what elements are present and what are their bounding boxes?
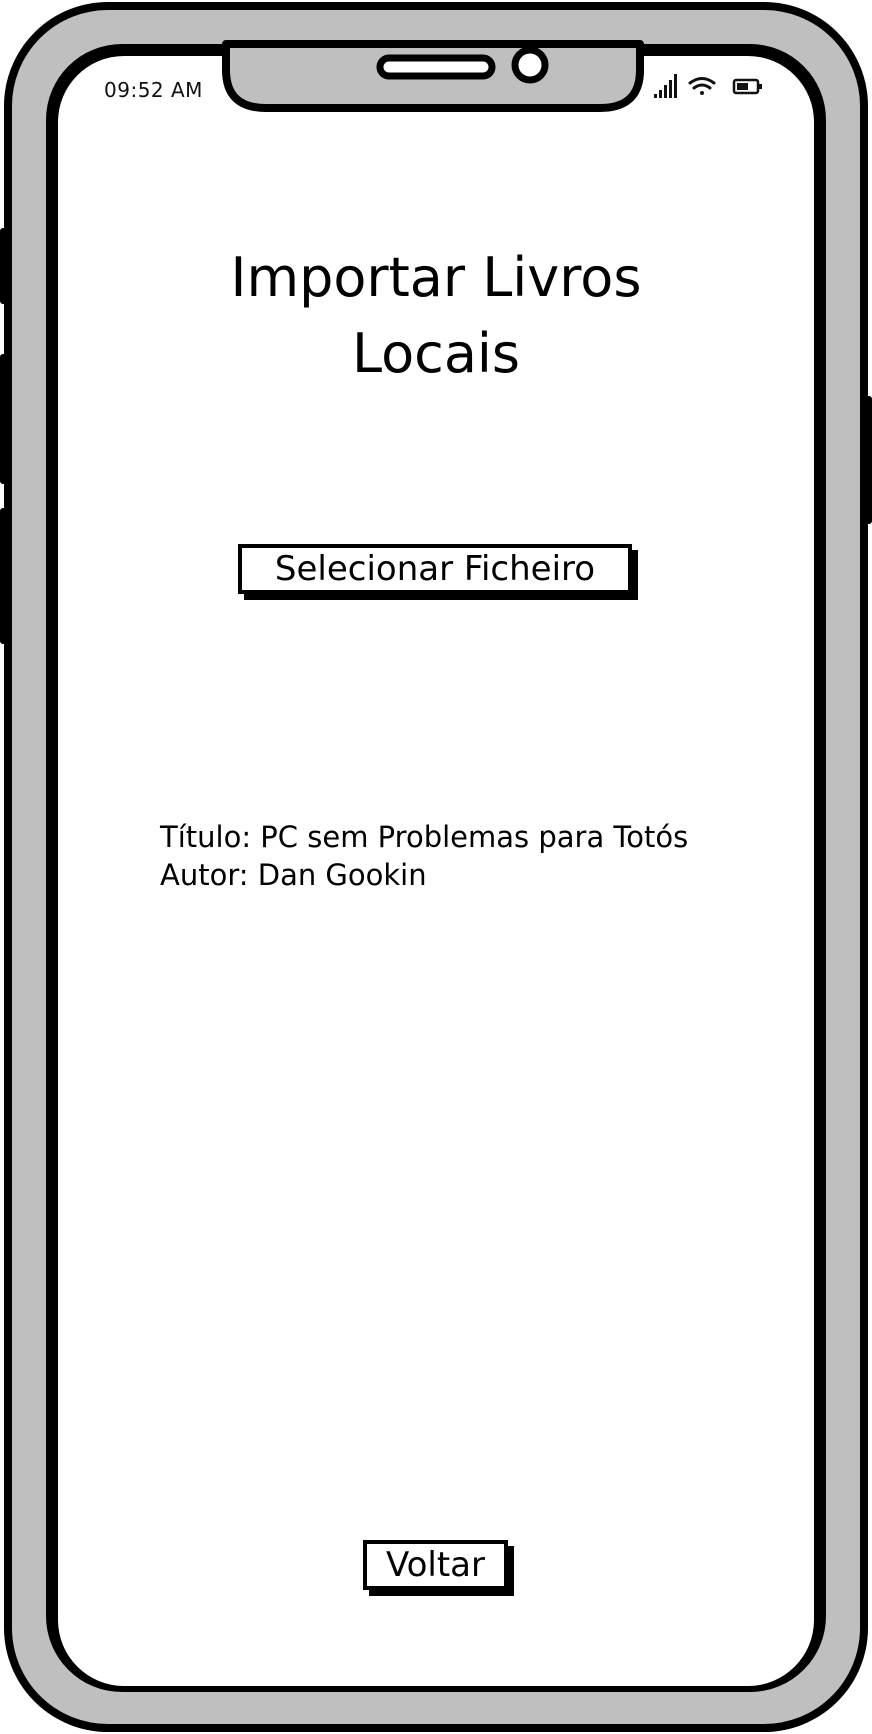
back-button[interactable]: Voltar: [363, 1540, 508, 1590]
wifi-icon: [688, 77, 716, 95]
book-info: Título: PC sem Problemas para Totós Auto…: [160, 818, 760, 894]
signal-icon: [654, 74, 677, 98]
front-camera: [511, 46, 549, 84]
select-file-button[interactable]: Selecionar Ficheiro: [238, 544, 632, 594]
speaker-grille: [376, 54, 496, 80]
book-title-line: Título: PC sem Problemas para Totós: [160, 820, 689, 854]
page-title: Importar Livros Locais: [230, 246, 642, 385]
status-icons: [654, 74, 762, 98]
battery-icon: [732, 78, 762, 95]
book-author-line: Autor: Dan Gookin: [160, 858, 427, 892]
status-time: 09:52 AM: [104, 78, 203, 102]
